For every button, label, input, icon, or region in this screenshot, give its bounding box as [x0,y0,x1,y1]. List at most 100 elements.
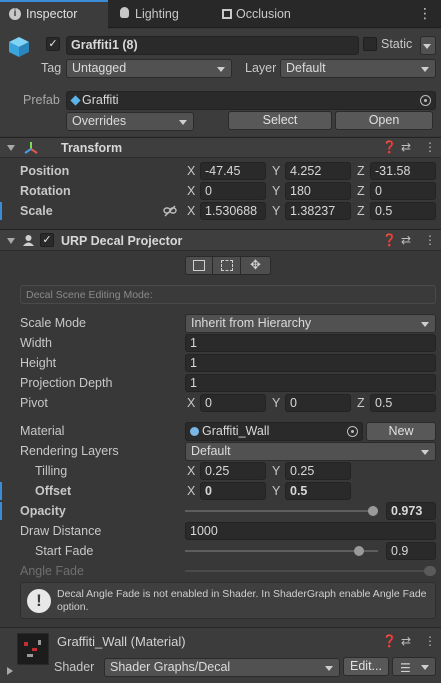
width-label: Width [20,336,52,350]
rotation-z-field[interactable]: 0 [370,182,436,200]
axis-y-label[interactable]: Y [272,464,280,478]
axis-x-label[interactable]: X [187,164,195,178]
shader-options-dropdown[interactable]: ☰ [392,657,436,676]
help-icon[interactable]: ❓ [382,233,397,247]
start-fade-slider-track[interactable] [185,550,378,552]
pivot-x-field[interactable]: 0 [200,394,266,412]
rotation-x-field[interactable]: 0 [200,182,266,200]
tilling-y-field[interactable]: 0.25 [285,462,351,480]
height-field[interactable]: 1 [185,354,436,372]
scale-x-field[interactable]: 1.530688 [200,202,266,220]
axis-y-label[interactable]: Y [272,164,280,178]
tilling-x-field[interactable]: 0.25 [200,462,266,480]
material-foldout-arrow-icon[interactable] [7,667,13,675]
axis-z-label[interactable]: Z [357,164,365,178]
tab-menu-icon[interactable]: ⋮ [418,5,432,22]
axis-z-label[interactable]: Z [357,396,365,410]
link-constrain-icon[interactable] [163,205,177,217]
shader-dropdown[interactable]: Shader Graphs/Decal [104,658,340,677]
width-field[interactable]: 1 [185,334,436,352]
angle-fade-label: Angle Fade [20,564,84,578]
context-menu-icon[interactable]: ⋮ [424,140,436,154]
axis-x-label[interactable]: X [187,184,195,198]
axis-x-label[interactable]: X [187,484,195,498]
prefab-open-button[interactable]: Open [335,111,433,130]
tag-label: Tag [41,61,62,75]
modified-indicator [0,202,2,220]
prefab-value: Graffiti [82,93,119,107]
new-material-button[interactable]: New [366,422,436,441]
axis-x-label[interactable]: X [187,396,195,410]
prefab-field[interactable]: Graffiti [66,91,436,110]
decal-projector-header[interactable]: ✓ URP Decal Projector ❓ ⇄ ⋮ [0,229,441,251]
axis-y-label[interactable]: Y [272,396,280,410]
position-x-field[interactable]: -47.45 [200,162,266,180]
start-fade-field[interactable]: 0.9 [386,542,436,560]
object-picker-icon[interactable] [420,95,431,106]
foldout-arrow-icon[interactable] [7,145,15,151]
axis-z-label[interactable]: Z [357,184,365,198]
decal-enabled-checkbox[interactable]: ✓ [40,233,54,247]
object-picker-icon[interactable] [347,426,358,437]
object-name-field[interactable]: Graffiti1 (8) [66,36,359,55]
static-checkbox[interactable] [363,37,377,51]
rendering-layers-dropdown[interactable]: Default [185,442,436,461]
scale-z-field[interactable]: 0.5 [370,202,436,220]
edit-shader-button[interactable]: Edit... [343,657,389,676]
start-fade-slider-knob[interactable] [353,546,364,556]
foldout-arrow-icon[interactable] [7,238,15,244]
context-menu-icon[interactable]: ⋮ [424,233,436,247]
projection-depth-field[interactable]: 1 [185,374,436,392]
opacity-slider-knob[interactable] [367,506,378,516]
axis-y-label[interactable]: Y [272,484,280,498]
object-active-checkbox[interactable]: ✓ [46,37,60,51]
static-dropdown[interactable] [420,36,436,55]
position-label: Position [20,164,70,178]
editing-mode-text: Decal Scene Editing Mode: [26,289,153,301]
prefab-select-button[interactable]: Select [228,111,332,130]
tag-dropdown[interactable]: Untagged [66,59,232,78]
edit-bounds-tool-button[interactable] [214,257,241,274]
presets-icon[interactable]: ⇄ [401,634,411,648]
help-icon[interactable]: ❓ [382,140,397,154]
opacity-field[interactable]: 0.973 [386,502,436,520]
transform-header[interactable]: Transform ❓ ⇄ ⋮ [0,137,441,158]
axis-x-label[interactable]: X [187,464,195,478]
pivot-label: Pivot [20,396,48,410]
help-icon[interactable]: ❓ [382,634,397,648]
info-circle-icon: ! [27,589,51,613]
axis-y-label[interactable]: Y [272,204,280,218]
context-menu-icon[interactable]: ⋮ [424,634,436,648]
tab-occlusion[interactable]: Occlusion [214,0,324,28]
tab-lighting[interactable]: Lighting [110,0,212,28]
presets-icon[interactable]: ⇄ [401,233,411,247]
angle-fade-slider-track [185,570,431,572]
overrides-dropdown[interactable]: Overrides [66,112,194,131]
rotation-y-field[interactable]: 180 [285,182,351,200]
presets-icon[interactable]: ⇄ [401,140,411,154]
tab-inspector[interactable]: i Inspector [0,0,108,29]
position-z-field[interactable]: -31.58 [370,162,436,180]
offset-x-field[interactable]: 0 [200,482,266,500]
edit-uv-tool-button[interactable] [186,257,213,274]
shader-label: Shader [54,660,95,674]
axis-y-label[interactable]: Y [272,184,280,198]
layer-dropdown[interactable]: Default [280,59,436,78]
axis-z-label[interactable]: Z [357,204,365,218]
edit-pivot-tool-button[interactable]: ✥ [242,257,270,274]
draw-distance-field[interactable]: 1000 [185,522,436,540]
rotation-label: Rotation [20,184,71,198]
offset-y-field[interactable]: 0.5 [285,482,351,500]
pivot-z-field[interactable]: 0.5 [370,394,436,412]
pivot-y-field[interactable]: 0 [285,394,351,412]
scale-mode-dropdown[interactable]: Inherit from Hierarchy [185,314,436,333]
axis-x-label[interactable]: X [187,204,195,218]
scale-y-field[interactable]: 1.38237 [285,202,351,220]
opacity-slider-track[interactable] [185,510,378,512]
position-y-field[interactable]: 4.252 [285,162,351,180]
decal-projector-icon [23,235,34,246]
layer-value: Default [286,61,326,75]
static-label: Static [381,37,413,51]
material-label: Material [20,424,65,438]
material-field[interactable]: Graffiti_Wall [185,422,363,441]
